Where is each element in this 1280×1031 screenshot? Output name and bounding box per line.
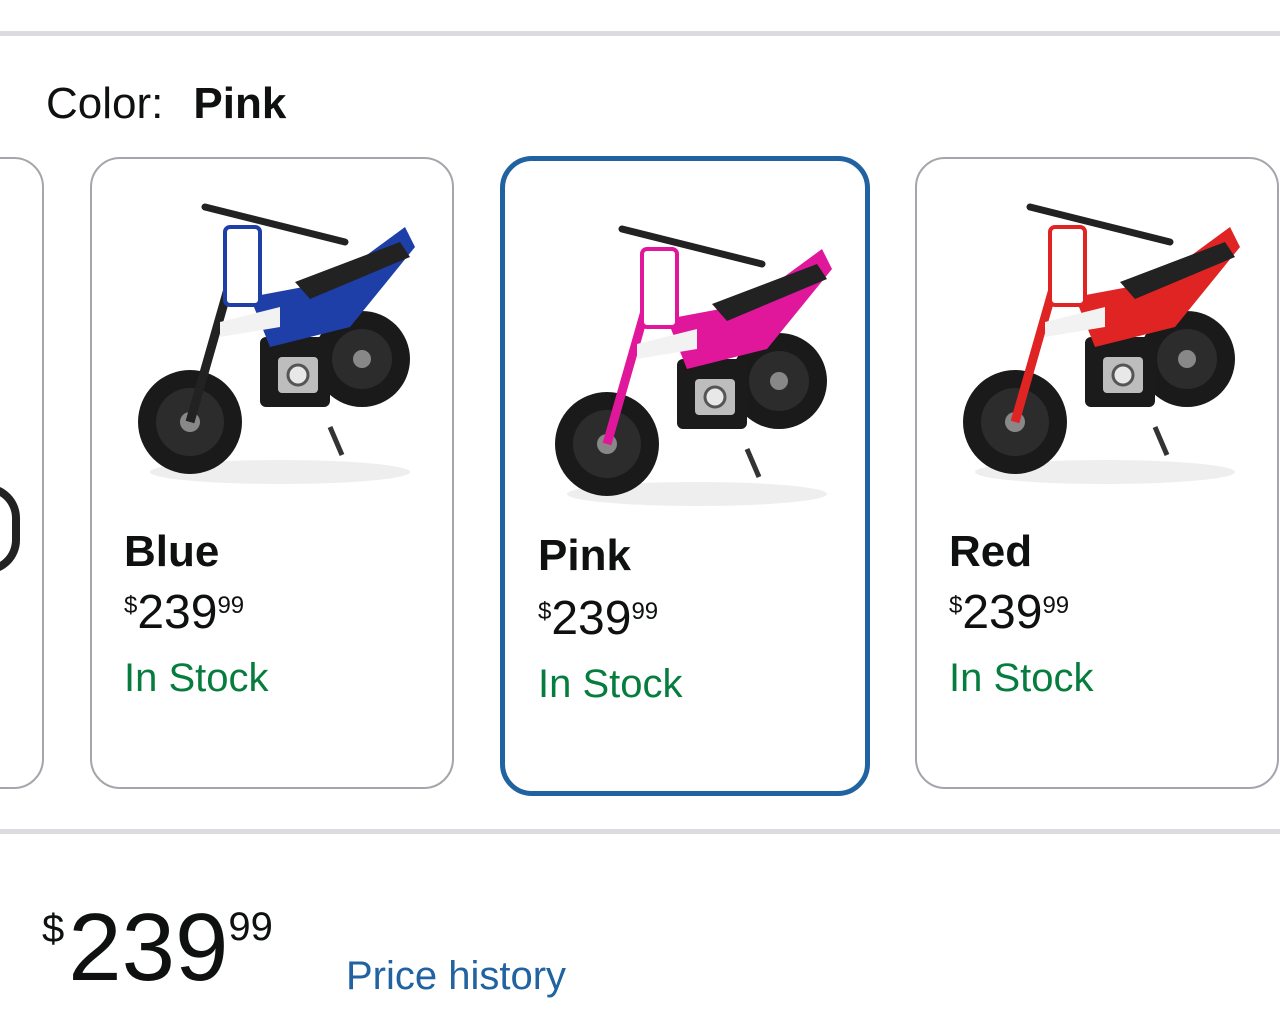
product-variant-page: Color: Pink Blue $ 239 99 In Stock Pink … — [0, 0, 1280, 1031]
swatch-name: Blue — [124, 527, 220, 576]
price-whole: 239 — [68, 894, 229, 1001]
wheel-fragment — [0, 484, 20, 574]
price-fraction: 99 — [228, 905, 273, 949]
price-whole: 239 — [137, 586, 218, 639]
price-symbol: $ — [124, 592, 138, 619]
swatch-blue[interactable]: Blue $ 239 99 In Stock — [90, 157, 454, 789]
stock-status: In Stock — [949, 656, 1094, 700]
price-symbol: $ — [42, 907, 65, 951]
price-symbol: $ — [538, 598, 552, 625]
top-divider — [0, 31, 1280, 36]
swatch-partial-previous[interactable] — [0, 157, 44, 789]
color-selector-label: Color: Pink — [46, 78, 286, 130]
price-divider — [0, 829, 1280, 834]
dirt-bike-image-blue — [138, 203, 415, 484]
swatch-red[interactable]: Red $ 239 99 In Stock — [915, 157, 1279, 789]
dirt-bike-image-pink — [555, 225, 832, 506]
price-whole: 239 — [962, 586, 1043, 639]
dirt-bike-image-red — [963, 203, 1240, 484]
color-label: Color: — [46, 79, 164, 128]
stock-status: In Stock — [124, 656, 269, 700]
swatch-name: Red — [949, 527, 1033, 576]
price-fraction: 99 — [631, 598, 659, 625]
swatch-price: $ 239 99 — [949, 585, 1069, 641]
price-fraction: 99 — [217, 592, 245, 619]
price-whole: 239 — [551, 592, 632, 645]
price-symbol: $ — [949, 592, 963, 619]
swatch-pink[interactable]: Pink $ 239 99 In Stock — [500, 156, 870, 796]
swatch-price: $ 239 99 — [538, 591, 658, 647]
swatch-name: Pink — [538, 531, 631, 580]
swatch-price: $ 239 99 — [124, 585, 244, 641]
selected-color: Pink — [193, 79, 287, 128]
price-history-link[interactable]: Price history — [346, 953, 566, 999]
main-price: $ 239 99 — [42, 896, 273, 1000]
price-fraction: 99 — [1042, 592, 1070, 619]
stock-status: In Stock — [538, 662, 683, 706]
